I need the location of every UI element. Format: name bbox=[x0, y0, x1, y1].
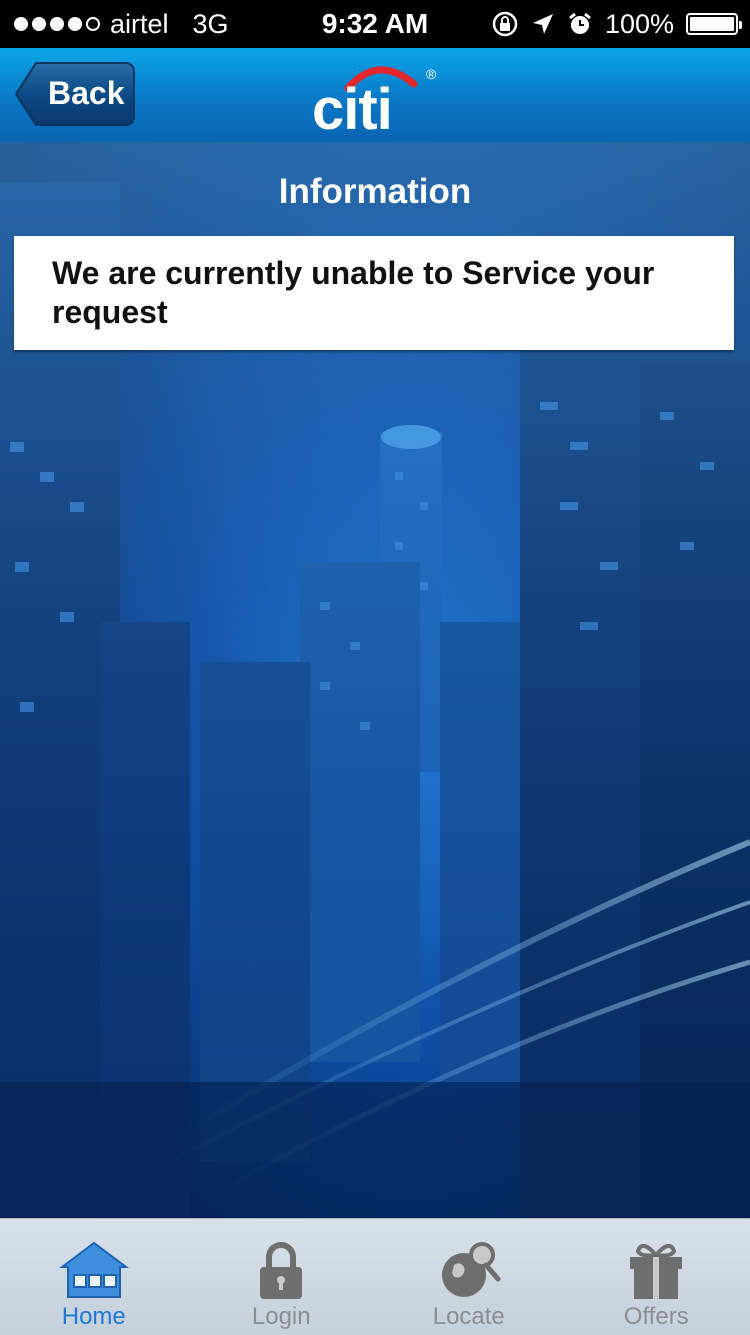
status-right: 100% bbox=[491, 0, 738, 48]
back-label: Back bbox=[48, 75, 125, 112]
tab-login[interactable]: Login bbox=[188, 1219, 376, 1335]
gift-icon bbox=[626, 1239, 686, 1301]
network-type: 3G bbox=[193, 9, 229, 40]
orientation-lock-icon bbox=[491, 10, 519, 38]
status-left: airtel 3G bbox=[14, 0, 229, 48]
carrier-name: airtel bbox=[110, 9, 169, 40]
error-message: We are currently unable to Service your … bbox=[52, 254, 704, 332]
battery-icon bbox=[686, 13, 738, 35]
app-header: Back citi ® bbox=[0, 48, 750, 142]
message-box: We are currently unable to Service your … bbox=[14, 236, 734, 350]
tab-home[interactable]: Home bbox=[0, 1219, 188, 1335]
tab-offers[interactable]: Offers bbox=[563, 1219, 750, 1335]
alarm-icon bbox=[567, 11, 593, 37]
location-arrow-icon bbox=[531, 12, 555, 36]
tab-label: Login bbox=[188, 1303, 376, 1331]
battery-percent: 100% bbox=[605, 9, 674, 40]
locate-icon bbox=[436, 1239, 502, 1301]
page-title: Information bbox=[0, 172, 750, 212]
tab-label: Offers bbox=[563, 1303, 750, 1331]
tab-label: Home bbox=[0, 1303, 188, 1331]
citi-logo: citi ® bbox=[312, 58, 442, 138]
status-bar: airtel 3G 9:32 AM 100% bbox=[0, 0, 750, 48]
signal-strength-icon bbox=[14, 17, 100, 31]
tab-bar: Home Login Locate Offers bbox=[0, 1218, 750, 1335]
lock-icon bbox=[256, 1239, 306, 1301]
logo-text: citi bbox=[312, 76, 392, 143]
registered-mark: ® bbox=[426, 66, 436, 82]
back-button[interactable]: Back bbox=[14, 61, 136, 127]
tab-label: Locate bbox=[375, 1303, 563, 1331]
tab-locate[interactable]: Locate bbox=[375, 1219, 563, 1335]
home-icon bbox=[56, 1239, 132, 1301]
